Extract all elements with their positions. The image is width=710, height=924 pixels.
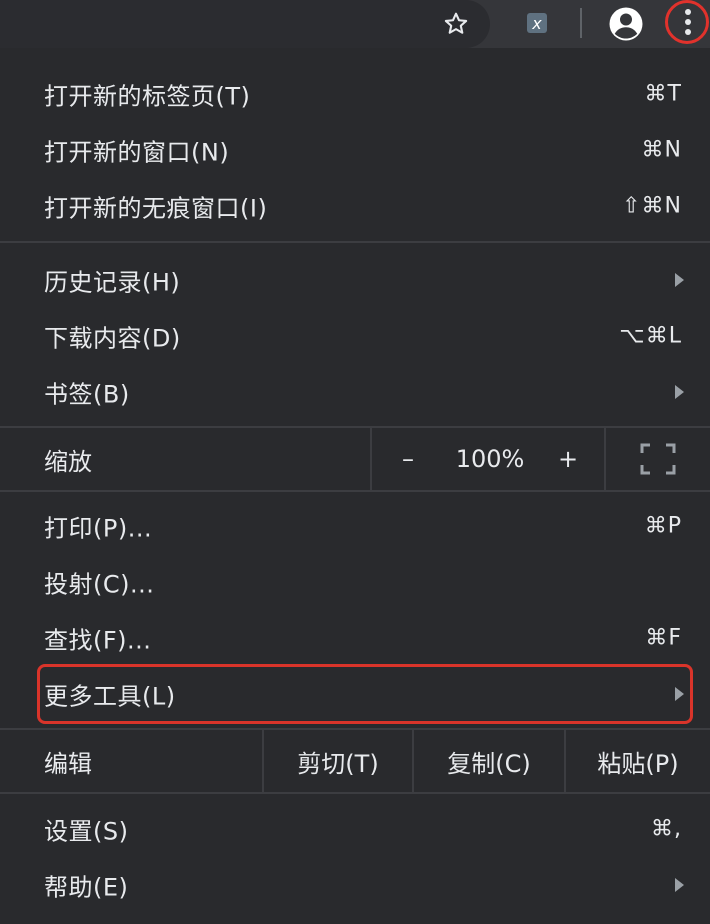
fullscreen-icon [640,443,676,475]
menu-item-label: 查找(F)... [44,626,152,655]
copy-button[interactable]: 复制(C) [414,730,564,792]
menu-item-shortcut: ⌘F [645,625,682,651]
zoom-divider [370,428,372,490]
menu-item-label: 打开新的窗口(N) [44,138,230,167]
menu-item-label: 打开新的标签页(T) [44,82,251,111]
menu-item-new-window[interactable]: 打开新的窗口(N) ⌘N [0,122,710,178]
menu-item-label: 设置(S) [44,817,129,846]
menu-item-shortcut: ⌘P [644,513,682,539]
menu-item-label: 帮助(E) [44,873,129,902]
svg-text:x: x [531,14,542,33]
zoom-level: 100% [455,445,525,473]
menu-separator [0,490,710,492]
cut-button[interactable]: 剪切(T) [264,730,412,792]
menu-item-shortcut: ⌘, [651,816,682,842]
menu-item-settings[interactable]: 设置(S) ⌘, [0,801,710,857]
menu-item-label: 打印(P)... [44,514,153,543]
zoom-label: 缩放 [44,447,92,476]
chrome-main-menu: 打开新的标签页(T) ⌘T 打开新的窗口(N) ⌘N 打开新的无痕窗口(I) ⇧… [0,48,710,924]
zoom-out-button[interactable]: – [378,428,438,490]
more-tools-highlight [37,664,693,724]
menu-item-help[interactable]: 帮助(E) [0,857,710,913]
menu-item-shortcut: ⌘N [641,137,682,163]
menu-item-new-tab[interactable]: 打开新的标签页(T) ⌘T [0,66,710,122]
menu-item-bookmarks[interactable]: 书签(B) [0,364,710,420]
submenu-arrow-icon [675,385,684,399]
submenu-arrow-icon [675,273,684,287]
menu-item-find[interactable]: 查找(F)... ⌘F [0,610,710,666]
menu-item-label: 下载内容(D) [44,324,181,353]
menu-item-new-incognito-window[interactable]: 打开新的无痕窗口(I) ⇧⌘N [0,178,710,234]
menu-item-shortcut: ⌥⌘L [619,323,682,349]
edit-label: 编辑 [44,749,92,778]
toolbar-divider [580,8,582,38]
paste-button[interactable]: 粘贴(P) [566,730,710,792]
star-icon[interactable] [436,4,476,44]
edit-row: 编辑 剪切(T) 复制(C) 粘贴(P) [0,730,710,792]
menu-separator [0,792,710,794]
menu-item-label: 历史记录(H) [44,268,181,297]
zoom-row: 缩放 – 100% + [0,428,710,490]
submenu-arrow-icon [675,878,684,892]
fullscreen-button[interactable] [606,428,710,490]
menu-item-label: 投射(C)... [44,570,155,599]
menu-item-print[interactable]: 打印(P)... ⌘P [0,498,710,554]
profile-icon[interactable] [604,2,648,46]
zoom-in-button[interactable]: + [538,428,598,490]
extension-icon[interactable]: x [520,6,554,40]
menu-item-shortcut: ⌘T [644,81,682,107]
menu-item-history[interactable]: 历史记录(H) [0,252,710,308]
menu-item-label: 打开新的无痕窗口(I) [44,194,268,223]
menu-separator [0,241,710,243]
omnibox-end [0,0,490,48]
menu-item-shortcut: ⇧⌘N [622,193,682,219]
menu-item-label: 书签(B) [44,380,130,409]
browser-toolbar: x [0,0,710,48]
menu-item-cast[interactable]: 投射(C)... [0,554,710,610]
menu-item-downloads[interactable]: 下载内容(D) ⌥⌘L [0,308,710,364]
menu-button-highlight [665,0,709,44]
